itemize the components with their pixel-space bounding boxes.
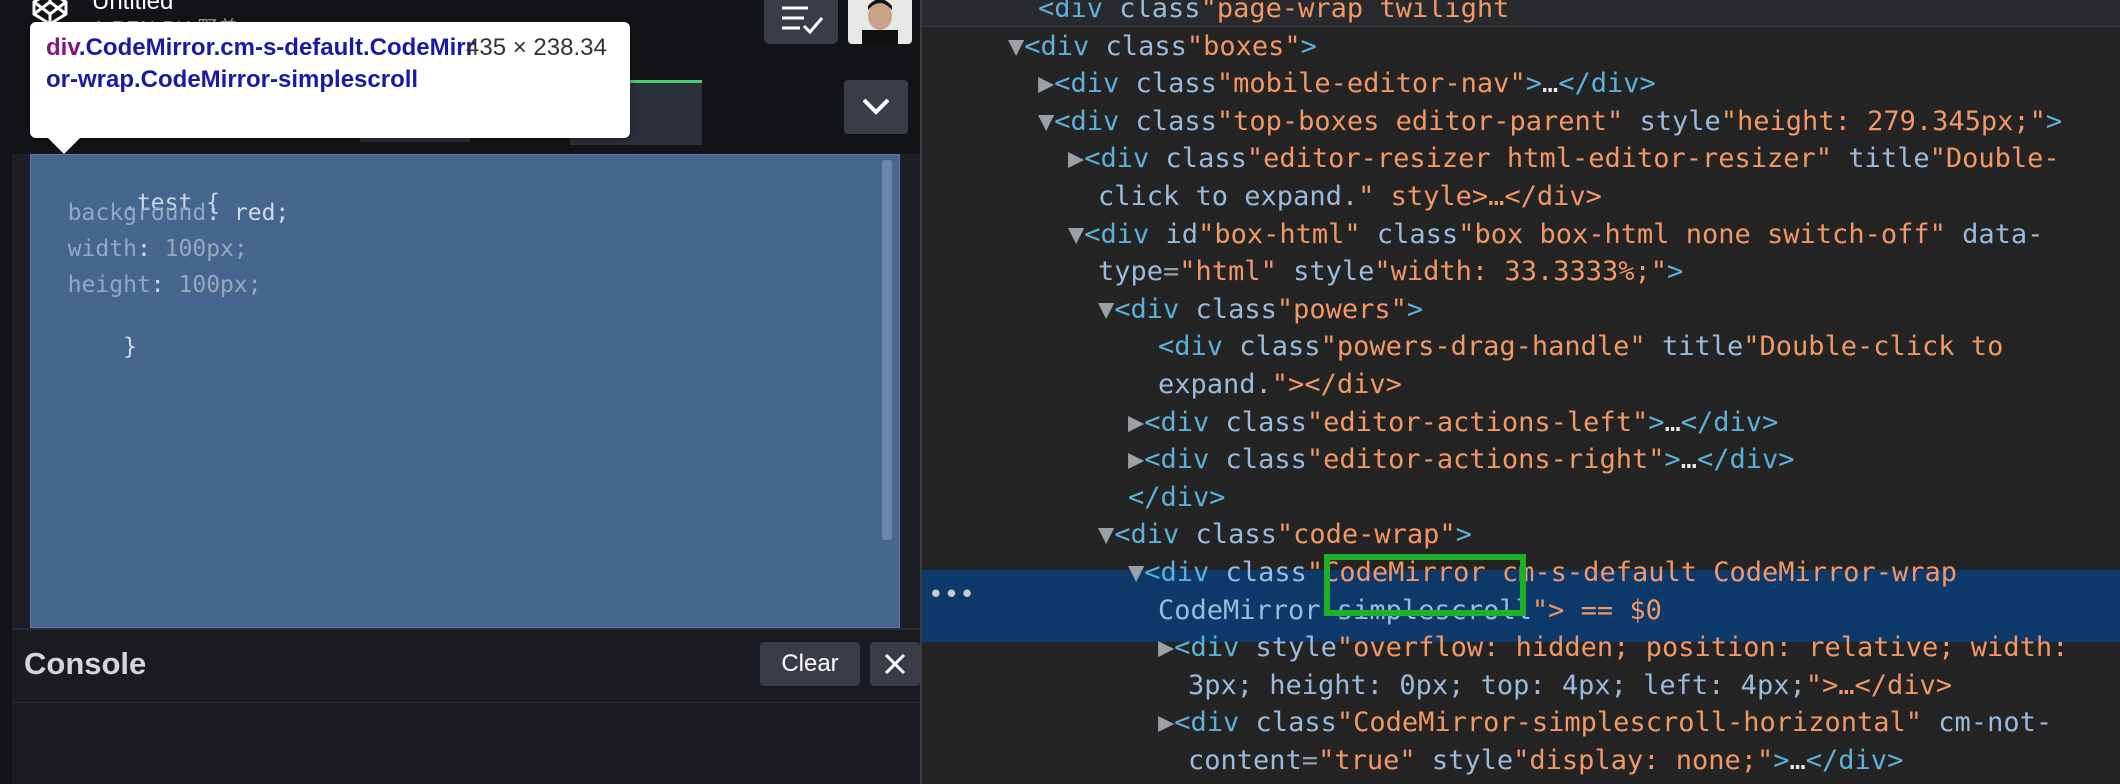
editor-scrollbar[interactable] [882, 160, 892, 540]
dom-node-line[interactable]: ▼<div id"box-html" class"box box-html no… [1068, 216, 2043, 254]
dom-node-line[interactable]: ▼<div class"CodeMirror cm-s-default Code… [1128, 554, 1957, 592]
console-header: Console Clear [12, 628, 920, 704]
dom-node-line[interactable]: ▼<div class"boxes"> [1008, 28, 1317, 66]
dom-node-line[interactable]: ▶<div class"editor-actions-left">…</div> [1128, 404, 1778, 442]
dom-node-line[interactable]: ▶<div class"CodeMirror-simplescroll-hori… [1158, 704, 2052, 742]
devtools-elements-panel: ••• <div class"page-wrap twilight ▼<div c… [920, 0, 2120, 784]
node-options-icon[interactable]: ••• [928, 580, 975, 610]
code-line: height: 100px; [67, 272, 262, 298]
css-editor[interactable]: .test { background: red; width: 100px; h… [30, 154, 900, 628]
avatar[interactable] [848, 0, 912, 44]
layout-list-icon [782, 6, 824, 35]
tooltip-arrow [48, 138, 80, 154]
dom-node-line[interactable]: <div class"page-wrap twilight [1038, 0, 1509, 28]
layout-button[interactable] [764, 0, 838, 44]
dom-node-line[interactable]: ▼<div class"top-boxes editor-parent" sty… [1038, 103, 2062, 141]
console-title: Console [24, 646, 147, 681]
dom-node-line[interactable]: click to expand." style>…</div> [1098, 178, 1602, 216]
dom-node-line[interactable]: <div class"powers-drag-handle" title"Dou… [1158, 328, 2003, 366]
dom-node-line[interactable]: ▶<div class"editor-resizer html-editor-r… [1068, 140, 2060, 178]
codepen-pane: Untitled A PEN BY 野兽 sult [0, 0, 920, 784]
dom-node-line[interactable]: type="html" style"width: 33.3333%;"> [1098, 253, 1683, 291]
tooltip-dimensions: 435 × 238.34 [466, 34, 607, 61]
dom-node-line[interactable]: ▼<div class"code-wrap"> [1098, 516, 1472, 554]
code-line: } [123, 334, 137, 360]
chevron-down-icon [862, 98, 890, 115]
inspect-tooltip: div.CodeMirror.cm-s-default.CodeMirror-w… [30, 22, 630, 138]
left-activity-strip [0, 0, 12, 784]
dom-node-line[interactable]: ▼<div class"powers"> [1098, 291, 1423, 329]
tooltip-selector: div.CodeMirror.cm-s-default.CodeMirror-w… [46, 34, 475, 93]
code-line: background: red; [67, 200, 290, 226]
dom-node-line[interactable]: content="true" style"display: none;">…</… [1188, 742, 1903, 780]
close-icon [884, 653, 906, 675]
clear-console-button[interactable]: Clear [760, 642, 860, 686]
dom-node-line[interactable]: </div> [1128, 479, 1226, 517]
annotation-box [1324, 554, 1526, 616]
dom-node-line[interactable]: 3px; height: 0px; top: 4px; left: 4px;">… [1188, 667, 1952, 705]
dom-node-line[interactable]: ▶<div class"editor-actions-right">…</div… [1128, 441, 1795, 479]
collapse-editor-button[interactable] [844, 80, 908, 134]
code-line: width: 100px; [67, 236, 248, 262]
dom-node-line[interactable]: ▶<div style"overflow: hidden; position: … [1158, 629, 2068, 667]
close-console-button[interactable] [870, 642, 920, 686]
dom-node-line[interactable]: expand."></div> [1158, 366, 1402, 404]
console-output[interactable] [12, 702, 920, 784]
dom-node-line[interactable]: ▶<div class"mobile-editor-nav">…</div> [1038, 65, 1656, 103]
